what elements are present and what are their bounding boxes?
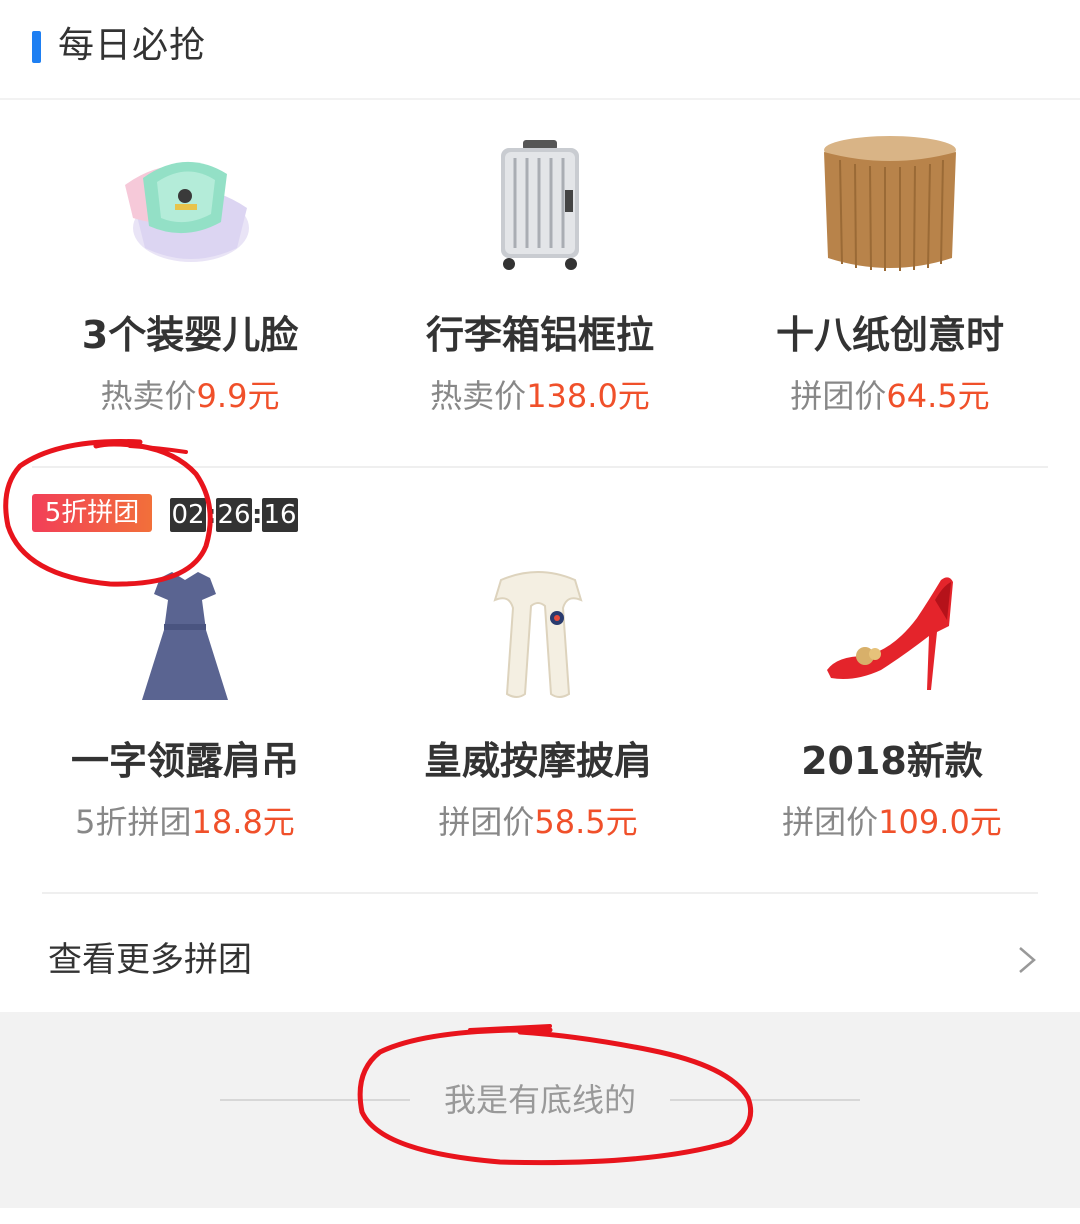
section-title: 每日必抢: [58, 25, 207, 66]
basin-icon: [125, 161, 249, 262]
list-end-footer: 我是有底线的: [0, 1012, 1080, 1224]
suitcase-icon: [501, 140, 579, 270]
view-more-label: 查看更多拼团: [48, 940, 252, 980]
product-name: 3个装婴儿脸: [81, 313, 299, 357]
countdown-timer: 02:26:16: [170, 498, 298, 532]
chevron-right-icon: [1019, 947, 1036, 973]
massager-icon: [493, 571, 583, 698]
product-name: 皇威按摩披肩: [423, 739, 652, 783]
product-name: 十八纸创意时: [775, 313, 1004, 357]
product-price: 拼团价109.0元: [782, 803, 1002, 841]
group-buy-badge: 5折拼团: [32, 494, 152, 532]
section-divider: [42, 892, 1038, 894]
heel-shoe-icon: [827, 577, 953, 690]
product-price: 热卖价9.9元: [100, 377, 280, 415]
dress-icon: [142, 572, 228, 700]
header-accent-bar: [32, 31, 41, 63]
section-divider: [32, 466, 1048, 468]
product-row-2: 一字领露肩吊 5折拼团18.8元 皇威按摩披肩 拼团价58.5元 2018新款 …: [0, 560, 1080, 860]
timer-seconds: 16: [262, 498, 298, 532]
product-name: 2018新款: [801, 739, 983, 783]
product-price: 热卖价138.0元: [430, 377, 650, 415]
product-price: 拼团价58.5元: [438, 803, 638, 841]
section-header: 每日必抢: [0, 0, 1080, 100]
stool-icon: [824, 136, 956, 271]
product-price: 5折拼团18.8元: [75, 803, 295, 841]
timer-minutes: 26: [216, 498, 252, 532]
view-more-group-buy[interactable]: 查看更多拼团: [0, 910, 1080, 1010]
end-of-list-text: 我是有底线的: [443, 1081, 636, 1119]
timer-hours: 02: [170, 498, 206, 532]
bottom-edge: [0, 1208, 1080, 1224]
product-name: 一字领露肩吊: [70, 739, 299, 783]
product-price: 拼团价64.5元: [790, 377, 990, 415]
product-row-1: 3个装婴儿脸 热卖价9.9元 行李箱铝框拉 热卖价138.0元 十八纸创意时 拼…: [0, 130, 1080, 430]
product-name: 行李箱铝框拉: [425, 313, 654, 357]
